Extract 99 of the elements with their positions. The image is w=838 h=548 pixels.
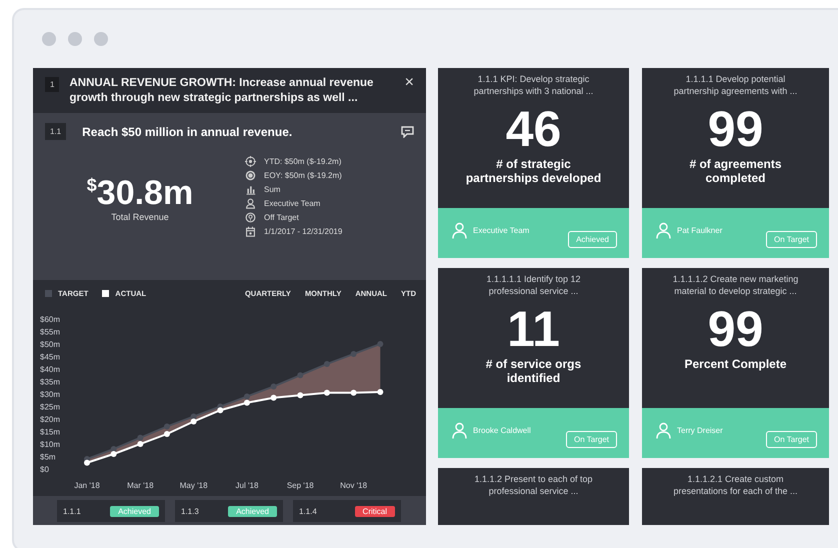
kpi-label: # of service orgs identified [484, 357, 582, 385]
sub-item-number: 1.1.4 [299, 506, 317, 516]
axis-label: $60m [40, 315, 60, 324]
owner-name: Terry Dreiser [677, 426, 724, 434]
status-badge: On Target [566, 430, 617, 448]
sub-item-card[interactable]: 1.1.3 Achieved [175, 500, 283, 522]
card-title: 1.1.1.2 Present to each of top professional service ... [473, 473, 594, 497]
point [350, 390, 357, 396]
card-title: 1.1.1.1.1 Identify top 12 professional service ... [485, 273, 582, 297]
window-dot-icon [42, 32, 56, 46]
calendar-icon [245, 226, 256, 237]
goal-number: 1 [45, 77, 60, 92]
window-dot-icon [68, 32, 82, 46]
point [110, 446, 117, 452]
point [350, 351, 357, 357]
point [217, 407, 224, 414]
axis-label: $5m [40, 452, 56, 462]
status-badge: Critical [354, 506, 395, 516]
person-icon [452, 222, 467, 238]
close-button[interactable]: × [404, 76, 414, 90]
point [164, 431, 170, 437]
revenue-value: $^{$}$30.8m [86, 173, 194, 212]
detail-text: YTD: $50m ($-19.2m) [264, 157, 342, 166]
point [137, 434, 144, 441]
status-badge: Achieved [110, 506, 159, 516]
bar-chart-icon [245, 184, 256, 195]
axis-label: $0 [40, 465, 49, 474]
point [84, 460, 90, 466]
value-label: Total Revenue [111, 212, 169, 222]
point [297, 372, 304, 378]
point [244, 400, 250, 406]
axis-label: Jan '18 [74, 481, 100, 490]
owner-name: Executive Team [473, 226, 530, 234]
target-icon [245, 170, 256, 181]
person-icon [656, 422, 671, 438]
axis-label: $30m [40, 390, 60, 399]
card-title: 1.1.1 KPI: Develop strategic partnerships with 3 national ... [472, 73, 594, 97]
status-badge: Achieved [228, 506, 277, 516]
owner-name: Pat Faulkner [677, 226, 724, 234]
window-dot-icon [94, 32, 108, 46]
point [244, 394, 250, 400]
card-title: 1.1.1.1 Develop potential partnership agreements with ... [672, 73, 798, 97]
detail-text: Executive Team [264, 199, 320, 208]
sub-item-card[interactable]: 1.1.4 Critical [293, 500, 401, 522]
sub-item-card[interactable]: 1.1.1 Achieved [57, 500, 165, 522]
question-circle-icon [245, 212, 256, 223]
axis-label: May '18 [180, 481, 208, 490]
sub-item-number: 1.1.3 [181, 506, 199, 516]
status-badge: On Target [766, 230, 817, 248]
kpi-value: 99 [708, 301, 764, 357]
point [270, 384, 277, 390]
objective-number: 1.1 [45, 123, 66, 140]
axis-label: Nov '18 [340, 481, 368, 490]
kpi-value: 46 [506, 101, 562, 157]
point [190, 418, 197, 424]
axis-label: $15m [40, 428, 60, 436]
axis-label: $50m [40, 340, 60, 349]
axis-label: $45m [40, 352, 60, 362]
detail-text: Off Target [264, 213, 299, 222]
person-icon [245, 198, 256, 209]
axis-label: $25m [40, 402, 60, 412]
person-icon [452, 422, 467, 438]
detail-text: 1/1/2017 - 12/31/2019 [264, 227, 342, 236]
point [297, 392, 304, 398]
point [190, 414, 197, 420]
crosshair-icon [245, 156, 256, 167]
axis-label: Sep '18 [286, 481, 314, 490]
axis-label: $20m [40, 415, 60, 424]
kpi-label: Percent Complete [683, 357, 788, 371]
kpi-label: # of agreements completed [688, 157, 783, 185]
objective-title: Reach $50 million in annual revenue. [82, 124, 294, 138]
point [324, 361, 330, 367]
kpi-value: 11 [507, 301, 560, 357]
axis-label: Jul '18 [236, 481, 258, 490]
point [164, 424, 170, 430]
point [110, 451, 117, 457]
card-title: 1.1.1.2.1 Create custom presentations for each of the ... [672, 473, 799, 497]
axis-label: $40m [40, 365, 60, 374]
axis-label: $10m [40, 440, 60, 449]
sub-item-number: 1.1.1 [63, 506, 81, 516]
card-title: 1.1.1.1.2 Create new marketing material to develop strategic ... [672, 273, 800, 297]
axis-label: $35m [40, 378, 60, 386]
point [324, 390, 330, 396]
status-badge: Achieved [568, 230, 617, 248]
status-badge: On Target [766, 430, 817, 448]
axis-label: $55m [40, 328, 60, 336]
person-icon [656, 222, 671, 238]
kpi-value: 99 [708, 101, 764, 157]
detail-text: EOY: $50m ($-19.2m) [264, 171, 342, 180]
point [377, 389, 384, 395]
point [270, 394, 277, 401]
point [377, 341, 384, 347]
owner-name: Brooke Caldwell [473, 426, 532, 434]
point [137, 441, 144, 447]
goal-title: ANNUAL REVENUE GROWTH: Increase annual revenue growth through new strategic partnerships as well ... [69, 76, 374, 106]
comment-icon[interactable] [401, 126, 414, 138]
kpi-label: # of strategic partnerships developed [464, 157, 602, 185]
detail-text: Sum [264, 185, 280, 194]
axis-label: Mar '18 [127, 481, 154, 490]
